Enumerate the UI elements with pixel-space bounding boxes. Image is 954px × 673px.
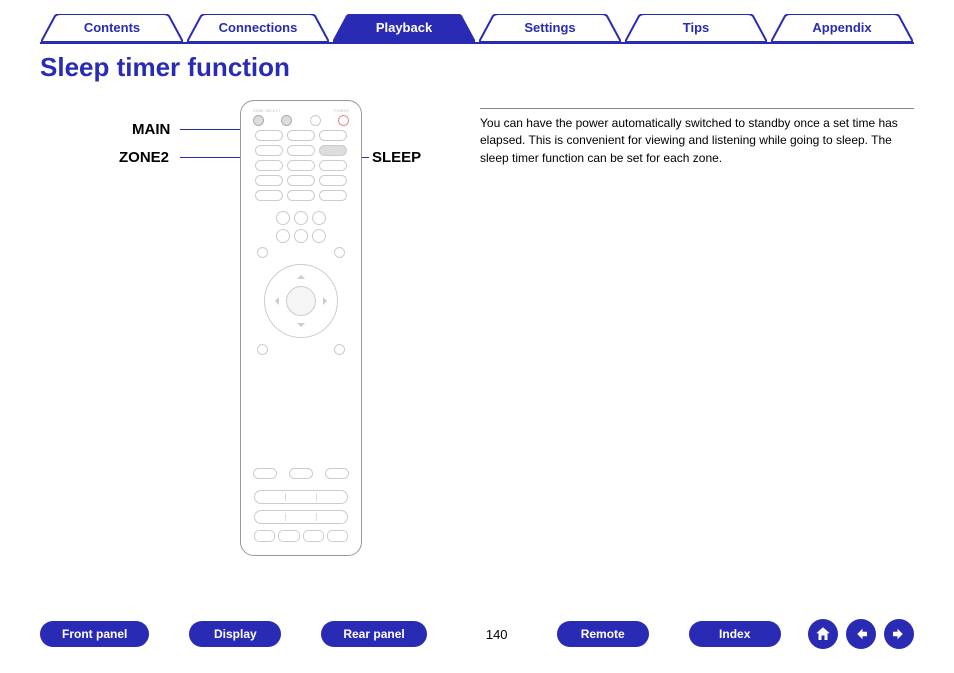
remote-btn [294, 229, 308, 243]
remote-btn-sleep [319, 145, 347, 156]
remote-btn-zone2 [281, 115, 292, 126]
remote-btn [319, 160, 347, 171]
remote-btn-group [254, 510, 348, 524]
remote-btn [287, 190, 315, 201]
remote-btn [334, 344, 345, 355]
nav-rear-panel[interactable]: Rear panel [321, 621, 426, 647]
left-column: Sleep timer function MAIN ZONE2 SLEEP ZO… [40, 52, 480, 167]
arrow-left-icon [852, 625, 870, 643]
top-tabs: Contents Connections Playback Settings T… [0, 0, 954, 42]
remote-illustration: ZONE SELECT POWER [240, 100, 362, 556]
nav-display[interactable]: Display [189, 621, 281, 647]
content-area: Sleep timer function MAIN ZONE2 SLEEP ZO… [0, 44, 954, 167]
footer-bar: Front panel Display Rear panel 140 Remot… [0, 619, 954, 649]
nav-front-panel[interactable]: Front panel [40, 621, 149, 647]
remote-btn [312, 229, 326, 243]
remote-btn [276, 211, 290, 225]
right-column: You can have the power automatically swi… [480, 52, 914, 167]
tab-label: Settings [524, 20, 575, 35]
page-number: 140 [467, 627, 527, 642]
home-icon [814, 625, 832, 643]
remote-btn-main [253, 115, 264, 126]
home-button[interactable] [808, 619, 838, 649]
tab-appendix[interactable]: Appendix [771, 14, 913, 42]
next-page-button[interactable] [884, 619, 914, 649]
remote-btn [319, 175, 347, 186]
tab-label: Playback [376, 20, 432, 35]
callout-zone2: ZONE2 [119, 149, 169, 166]
remote-btn [312, 211, 326, 225]
nav-index[interactable]: Index [689, 621, 781, 647]
remote-btn [255, 160, 283, 171]
remote-btn-power [338, 115, 349, 126]
remote-label-zone-select: ZONE SELECT [253, 109, 281, 113]
tab-label: Contents [84, 20, 140, 35]
callout-main: MAIN [132, 121, 170, 138]
remote-btn [319, 130, 347, 141]
description-paragraph: You can have the power automatically swi… [480, 108, 914, 167]
remote-btn [257, 247, 268, 258]
remote-dpad [264, 264, 338, 338]
remote-btn [310, 115, 321, 126]
tab-playback[interactable]: Playback [333, 14, 475, 42]
tab-label: Appendix [812, 20, 871, 35]
arrow-right-icon [890, 625, 908, 643]
remote-label-power: POWER [334, 109, 349, 113]
nav-icon-group [808, 619, 914, 649]
remote-btn [319, 190, 347, 201]
remote-btn [334, 247, 345, 258]
prev-page-button[interactable] [846, 619, 876, 649]
remote-btn-group [254, 530, 348, 542]
tab-tips[interactable]: Tips [625, 14, 767, 42]
remote-btn [255, 145, 283, 156]
callout-sleep: SLEEP [372, 149, 421, 166]
tab-settings[interactable]: Settings [479, 14, 621, 42]
remote-btn [253, 468, 277, 479]
remote-btn [325, 468, 349, 479]
remote-btn [255, 190, 283, 201]
tab-contents[interactable]: Contents [41, 14, 183, 42]
remote-btn [257, 344, 268, 355]
remote-btn-group [254, 490, 348, 504]
remote-btn [294, 211, 308, 225]
remote-btn [287, 160, 315, 171]
page-title: Sleep timer function [40, 52, 480, 83]
remote-btn [287, 175, 315, 186]
remote-btn [276, 229, 290, 243]
remote-btn [255, 175, 283, 186]
tab-label: Connections [219, 20, 298, 35]
nav-remote[interactable]: Remote [557, 621, 649, 647]
remote-btn [255, 130, 283, 141]
tab-label: Tips [683, 20, 710, 35]
tab-connections[interactable]: Connections [187, 14, 329, 42]
remote-btn [289, 468, 313, 479]
remote-btn [287, 130, 315, 141]
remote-btn [287, 145, 315, 156]
